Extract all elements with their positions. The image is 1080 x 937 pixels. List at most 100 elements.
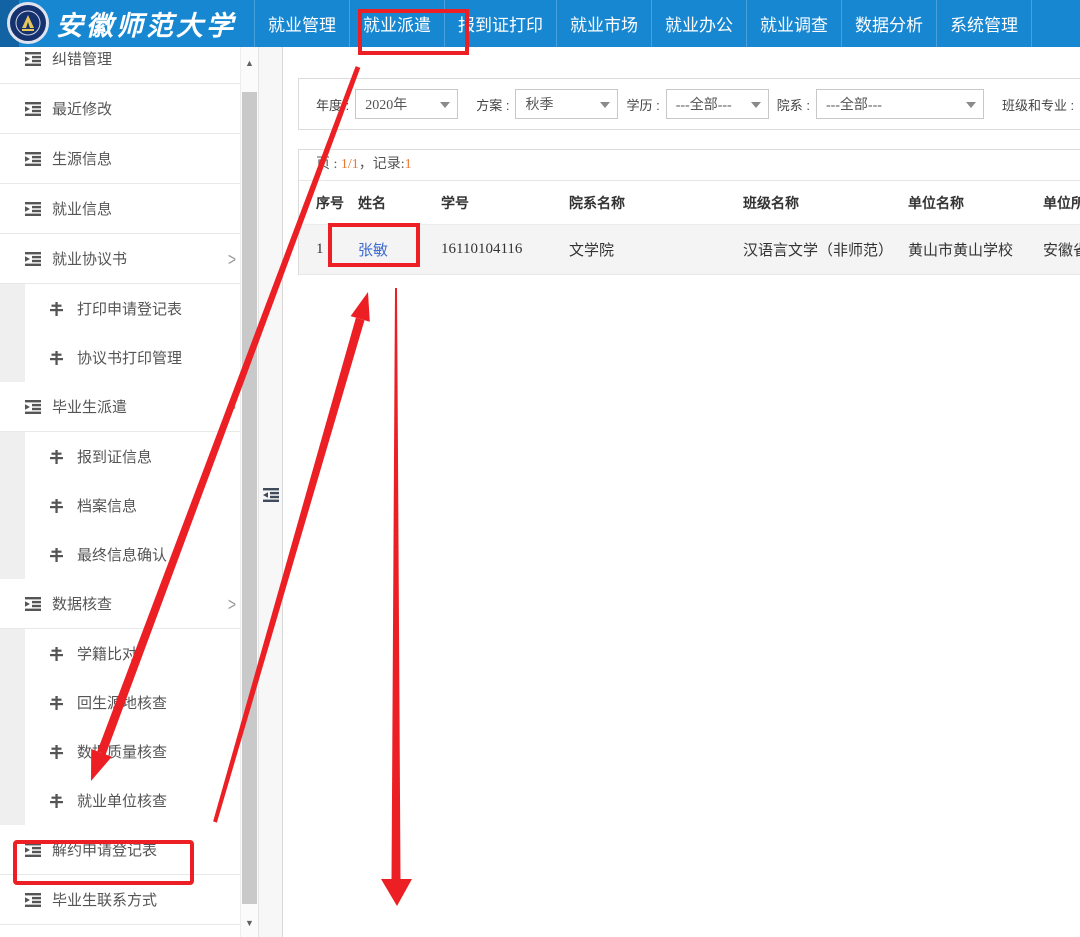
- nav-item-7[interactable]: 数据分析: [842, 0, 937, 47]
- chevron-down-icon: [751, 102, 761, 108]
- chevron-down-icon: [600, 102, 610, 108]
- scroll-up-icon[interactable]: ▲: [241, 55, 258, 71]
- sidebar-item-label: 纠错管理: [52, 48, 112, 69]
- filter-label-3: 学历 :: [626, 95, 659, 114]
- sidebar-scrollbar[interactable]: ▲ ▼: [240, 47, 258, 937]
- submenu-item-icon: [50, 745, 68, 759]
- column-header: 单位所在地: [1043, 193, 1080, 213]
- sidebar-item[interactable]: 毕业生联系方式: [0, 875, 258, 925]
- chevron-down-icon: [966, 102, 976, 108]
- filter-dropdown-1[interactable]: 2020年: [355, 89, 458, 119]
- sidebar-item-inner[interactable]: 毕业生联系方式: [0, 875, 258, 924]
- sidebar-item-inner[interactable]: 最终信息确认: [25, 530, 258, 580]
- menu-list-icon: [25, 400, 43, 414]
- menu-list-icon: [25, 893, 43, 907]
- sidebar-item-inner[interactable]: 回生源地核查: [25, 678, 258, 728]
- records-label: ，记录:: [359, 157, 405, 172]
- records-count: 1: [405, 157, 412, 172]
- sidebar-item-label: 解约申请登记表: [52, 839, 157, 860]
- nav-item-8[interactable]: 系统管理: [937, 0, 1032, 47]
- nav-item-4[interactable]: 就业市场: [557, 0, 652, 47]
- filter-label-1: 年度 :: [316, 95, 349, 114]
- sidebar-item[interactable]: 就业信息: [0, 184, 258, 234]
- menu-list-icon: [25, 843, 43, 857]
- sidebar-item-inner[interactable]: 就业协议书>: [0, 234, 258, 283]
- sidebar-item-inner[interactable]: 档案信息: [25, 481, 258, 531]
- sidebar-item-inner[interactable]: 报到证信息: [25, 432, 258, 482]
- sidebar-item[interactable]: 纠错管理: [0, 47, 258, 84]
- sidebar-item[interactable]: 毕业生派遣>: [0, 382, 258, 432]
- page-label: 页 :: [316, 157, 341, 172]
- sidebar-collapse-strip[interactable]: [258, 47, 283, 937]
- filter-dropdown-2[interactable]: 秋季: [515, 89, 618, 119]
- sidebar-item-label: 报到证信息: [77, 446, 152, 467]
- sidebar-item-inner[interactable]: 最近修改: [0, 84, 258, 133]
- sidebar-item[interactable]: 就业单位核查: [0, 776, 258, 825]
- sidebar-item-label: 毕业生联系方式: [52, 889, 157, 910]
- filter-panel: 年度 :2020年方案 :秋季学历 :---全部---院系 :---全部---班…: [298, 78, 1080, 130]
- menu-list-icon: [25, 152, 43, 166]
- table-cell: 文学院: [569, 239, 743, 260]
- sidebar-item-inner[interactable]: 打印申请登记表: [25, 284, 258, 334]
- sidebar-item-inner[interactable]: 数据质量核查: [25, 727, 258, 777]
- dropdown-selected-value: ---全部---: [826, 94, 882, 114]
- column-header: 序号: [316, 193, 358, 213]
- sidebar-menu: 纠错管理最近修改生源信息就业信息就业协议书>打印申请登记表协议书打印管理毕业生派…: [0, 47, 258, 925]
- sidebar-item-label: 最近修改: [52, 98, 112, 119]
- table-cell: 1: [316, 241, 358, 258]
- page-number: 1/1: [341, 157, 359, 172]
- sidebar-item-inner[interactable]: 协议书打印管理: [25, 333, 258, 383]
- university-name: 安徽师范大学: [56, 4, 252, 43]
- sidebar: 纠错管理最近修改生源信息就业信息就业协议书>打印申请登记表协议书打印管理毕业生派…: [0, 47, 258, 937]
- sidebar-item-label: 就业信息: [52, 198, 112, 219]
- dropdown-selected-value: 秋季: [525, 94, 553, 114]
- sidebar-item-inner[interactable]: 数据核查>: [0, 579, 258, 628]
- nav-item-1[interactable]: 就业管理: [254, 0, 350, 47]
- sidebar-item[interactable]: 数据质量核查: [0, 727, 258, 776]
- sidebar-item[interactable]: 最终信息确认: [0, 530, 258, 579]
- sidebar-item-inner[interactable]: 生源信息: [0, 134, 258, 183]
- submenu-item-icon: [50, 351, 68, 365]
- sidebar-item-inner[interactable]: 纠错管理: [0, 47, 258, 83]
- submenu-item-icon: [50, 794, 68, 808]
- chevron-down-icon: [440, 102, 450, 108]
- filter-dropdown-4[interactable]: ---全部---: [816, 89, 984, 119]
- menu-list-icon: [25, 597, 43, 611]
- sidebar-item[interactable]: 数据核查>: [0, 579, 258, 629]
- nav-item-2[interactable]: 就业派遣: [350, 0, 445, 47]
- sidebar-item-inner[interactable]: 学籍比对: [25, 629, 258, 679]
- sidebar-item-inner[interactable]: 解约申请登记表: [0, 825, 258, 874]
- scroll-down-icon[interactable]: ▼: [241, 915, 258, 931]
- table-body: 1张敏16110104116文学院汉语言文学（非师范）黄山市黄山学校安徽省: [299, 225, 1080, 275]
- filter-label-4: 院系 :: [777, 95, 810, 114]
- sidebar-item-label: 数据质量核查: [77, 741, 167, 762]
- collapse-sidebar-icon[interactable]: [263, 488, 279, 502]
- table-cell: 安徽省: [1043, 239, 1080, 260]
- sidebar-item[interactable]: 回生源地核查: [0, 678, 258, 727]
- nav-item-3[interactable]: 报到证打印: [445, 0, 557, 47]
- sidebar-item[interactable]: 就业协议书>: [0, 234, 258, 284]
- sidebar-item[interactable]: 生源信息: [0, 134, 258, 184]
- sidebar-item-label: 就业协议书: [52, 248, 127, 269]
- sidebar-item[interactable]: 最近修改: [0, 84, 258, 134]
- student-name-link[interactable]: 张敏: [358, 239, 441, 260]
- sidebar-item[interactable]: 学籍比对: [0, 629, 258, 678]
- sidebar-item[interactable]: 解约申请登记表: [0, 825, 258, 875]
- sidebar-item-inner[interactable]: 毕业生派遣>: [0, 382, 258, 431]
- sidebar-item-inner[interactable]: 就业单位核查: [25, 776, 258, 826]
- results-panel: 页 : 1/1，记录:1 序号姓名学号院系名称班级名称单位名称单位所在地 1张敏…: [298, 149, 1080, 275]
- submenu-item-icon: [50, 499, 68, 513]
- sidebar-item[interactable]: 报到证信息: [0, 432, 258, 481]
- filter-dropdown-3[interactable]: ---全部---: [666, 89, 769, 119]
- sidebar-item[interactable]: 档案信息: [0, 481, 258, 530]
- column-header: 单位名称: [908, 193, 1043, 213]
- sidebar-item-inner[interactable]: 就业信息: [0, 184, 258, 233]
- sidebar-item[interactable]: 协议书打印管理: [0, 333, 258, 382]
- nav-item-6[interactable]: 就业调查: [747, 0, 842, 47]
- sidebar-item[interactable]: 打印申请登记表: [0, 284, 258, 333]
- menu-list-icon: [25, 52, 43, 66]
- nav-item-5[interactable]: 就业办公: [652, 0, 747, 47]
- sidebar-item-label: 毕业生派遣: [52, 396, 127, 417]
- scrollbar-thumb[interactable]: [242, 92, 257, 904]
- column-header: 姓名: [358, 193, 441, 213]
